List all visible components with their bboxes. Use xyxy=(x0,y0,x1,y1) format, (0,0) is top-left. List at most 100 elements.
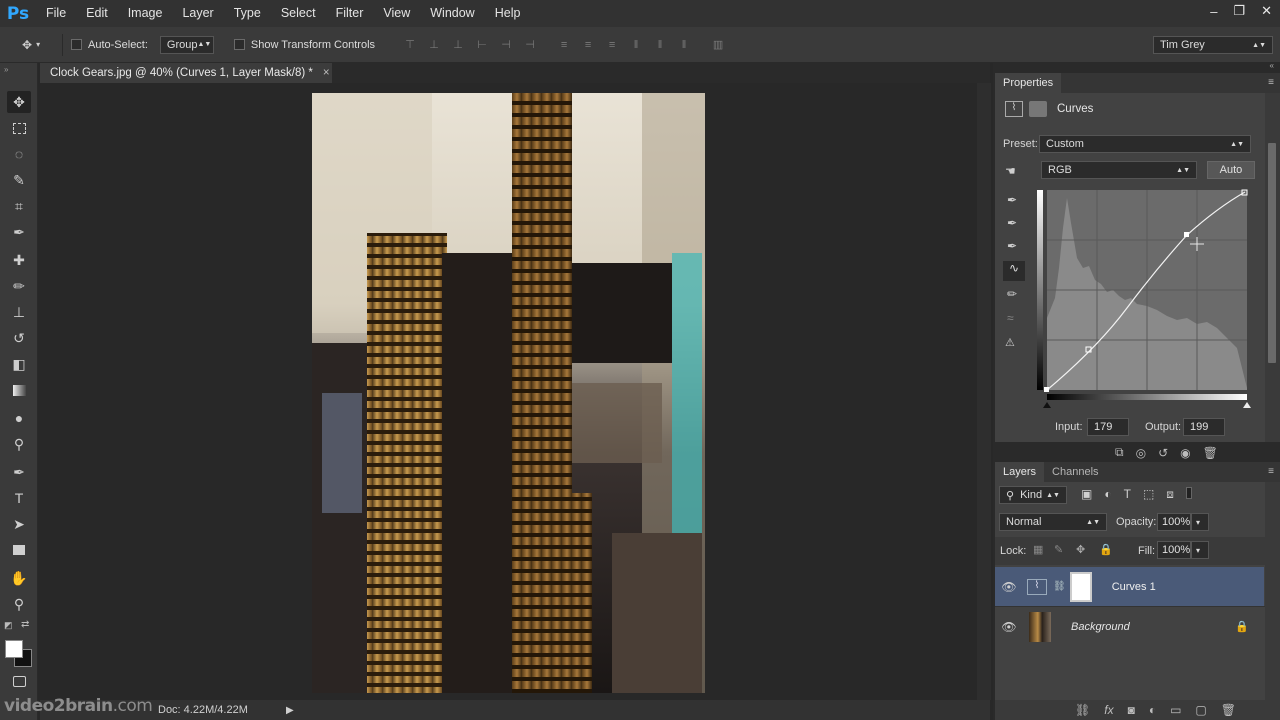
curve-points-tool-icon[interactable]: ∿ xyxy=(1003,261,1025,281)
background-thumbnail[interactable] xyxy=(1029,611,1051,642)
lock-image-icon[interactable]: ✎ xyxy=(1054,543,1063,556)
menu-help[interactable]: Help xyxy=(485,0,531,27)
workspace-dropdown[interactable]: Tim Grey ▲▼ xyxy=(1153,36,1273,54)
align-bottom-icon[interactable]: ⊥ xyxy=(451,38,465,52)
menu-layer[interactable]: Layer xyxy=(172,0,223,27)
show-transform-checkbox-box[interactable] xyxy=(233,39,245,50)
black-slider-handle[interactable] xyxy=(1043,402,1051,408)
black-point-eyedropper-icon[interactable]: ✒ xyxy=(1007,193,1017,207)
reset-icon[interactable]: ↺ xyxy=(1158,446,1168,460)
dodge-tool-icon[interactable]: ⚲ xyxy=(7,433,31,455)
distribute-vcenter-icon[interactable]: ≡ xyxy=(581,38,595,52)
output-field[interactable]: 199 xyxy=(1183,418,1225,436)
smooth-curve-icon[interactable]: ≈ xyxy=(1007,311,1014,325)
brush-tool-icon[interactable]: ✏ xyxy=(7,275,31,297)
visibility-eye-icon[interactable]: 👁 xyxy=(995,620,1023,634)
fill-field[interactable]: 100% xyxy=(1157,541,1191,559)
menu-image[interactable]: Image xyxy=(118,0,173,27)
pencil-draw-icon[interactable]: ✏ xyxy=(1007,287,1017,301)
lock-position-icon[interactable]: ✥ xyxy=(1076,543,1085,556)
align-hcenter-icon[interactable]: ⊣ xyxy=(499,38,513,52)
align-vcenter-icon[interactable]: ⊥ xyxy=(427,38,441,52)
eraser-tool-icon[interactable]: ◧ xyxy=(7,353,31,375)
distribute-right-icon[interactable]: ‖ xyxy=(677,38,691,52)
preset-dropdown[interactable]: Custom ▲▼ xyxy=(1039,135,1251,153)
auto-select-target-dropdown[interactable]: Group ▲▼ xyxy=(159,35,214,54)
close-button[interactable]: ✕ xyxy=(1261,3,1272,19)
move-tool-preset-icon[interactable]: ✥ ▾ xyxy=(22,38,54,52)
menu-type[interactable]: Type xyxy=(224,0,271,27)
default-colors-icon[interactable]: ◩ xyxy=(4,620,13,631)
new-group-icon[interactable]: ▭ xyxy=(1170,703,1181,717)
filter-adjustment-icon[interactable]: ◐ xyxy=(1104,487,1111,502)
lock-all-icon[interactable]: 🔒 xyxy=(1099,543,1113,556)
distribute-left-icon[interactable]: ‖ xyxy=(629,38,643,52)
layer-name[interactable]: Curves 1 xyxy=(1112,581,1156,593)
clone-stamp-tool-icon[interactable]: ⊥ xyxy=(7,301,31,323)
delete-icon[interactable]: 🗑 xyxy=(1203,446,1218,460)
hand-tool-icon[interactable]: ✋ xyxy=(7,567,31,589)
opacity-slider-button[interactable]: ▾ xyxy=(1191,513,1209,531)
filter-pixel-icon[interactable]: ▣ xyxy=(1081,487,1092,502)
collapse-icon[interactable]: » xyxy=(4,65,8,74)
properties-scrollbar[interactable] xyxy=(1265,93,1280,442)
layer-name[interactable]: Background xyxy=(1071,621,1130,633)
visibility-icon[interactable]: ◉ xyxy=(1180,446,1190,460)
healing-brush-tool-icon[interactable]: ✚ xyxy=(7,249,31,271)
document-image[interactable] xyxy=(312,93,705,693)
delete-layer-icon[interactable]: 🗑 xyxy=(1221,703,1236,717)
show-transform-checkbox[interactable]: Show Transform Controls xyxy=(233,39,375,51)
filter-toggle-icon[interactable] xyxy=(1185,487,1192,499)
gray-point-eyedropper-icon[interactable]: ✒ xyxy=(1007,216,1017,230)
menu-edit[interactable]: Edit xyxy=(76,0,118,27)
path-selection-tool-icon[interactable]: ➤ xyxy=(7,513,31,535)
properties-scroll-thumb[interactable] xyxy=(1268,143,1276,363)
tab-layers[interactable]: Layers xyxy=(995,462,1045,482)
filter-type-icon[interactable]: T xyxy=(1124,487,1131,502)
distribute-hcenter-icon[interactable]: ‖ xyxy=(653,38,667,52)
move-tool-icon[interactable]: ✥ xyxy=(7,91,31,113)
status-menu-arrow-icon[interactable]: ▶ xyxy=(286,705,294,716)
crop-tool-icon[interactable]: ⌗ xyxy=(7,195,31,217)
tab-channels[interactable]: Channels xyxy=(1044,462,1106,482)
foreground-color-swatch[interactable] xyxy=(5,640,23,658)
filter-shape-icon[interactable]: ⬚ xyxy=(1143,487,1154,502)
swap-colors-icon[interactable]: ⇄ xyxy=(21,619,29,630)
menu-filter[interactable]: Filter xyxy=(326,0,374,27)
quick-selection-tool-icon[interactable]: ✎ xyxy=(7,169,31,191)
document-tab[interactable]: Clock Gears.jpg @ 40% (Curves 1, Layer M… xyxy=(40,63,332,83)
rectangle-tool-icon[interactable] xyxy=(7,539,31,561)
distribute-top-icon[interactable]: ≡ xyxy=(557,38,571,52)
blur-tool-icon[interactable]: ● xyxy=(7,407,31,429)
pen-tool-icon[interactable]: ✒ xyxy=(7,461,31,483)
restore-button[interactable]: ❐ xyxy=(1233,3,1245,19)
menu-window[interactable]: Window xyxy=(420,0,484,27)
quick-mask-icon[interactable] xyxy=(7,670,31,692)
layers-scrollbar[interactable] xyxy=(1265,482,1280,720)
link-chain-icon[interactable]: ⛓ xyxy=(1053,581,1066,592)
new-layer-icon[interactable]: ▢ xyxy=(1195,703,1206,717)
minimize-button[interactable]: – xyxy=(1210,4,1217,19)
add-mask-icon[interactable]: ◙ xyxy=(1128,703,1135,717)
type-tool-icon[interactable]: T xyxy=(7,487,31,509)
view-previous-icon[interactable]: ◎ xyxy=(1136,446,1146,460)
curves-graph[interactable] xyxy=(1037,188,1255,413)
visibility-eye-icon[interactable]: 👁 xyxy=(995,580,1023,594)
auto-align-icon[interactable]: ▥ xyxy=(711,38,725,52)
lock-transparent-icon[interactable]: ▦ xyxy=(1033,543,1043,556)
clipping-warning-icon[interactable]: ⚠ xyxy=(1005,336,1015,349)
white-point-eyedropper-icon[interactable]: ✒ xyxy=(1007,239,1017,253)
marquee-tool-icon[interactable] xyxy=(7,117,31,139)
layers-panel-menu-icon[interactable]: ≡ xyxy=(1268,466,1274,477)
auto-select-checkbox-box[interactable] xyxy=(71,39,82,50)
link-layers-icon[interactable]: ⛓ xyxy=(1075,703,1090,717)
filter-smart-object-icon[interactable]: ⧈ xyxy=(1166,487,1174,502)
layer-filter-dropdown[interactable]: ⚲ Kind ▲▼ xyxy=(999,486,1067,504)
menu-view[interactable]: View xyxy=(373,0,420,27)
panel-menu-icon[interactable]: ≡ xyxy=(1268,77,1274,88)
fill-slider-button[interactable]: ▾ xyxy=(1191,541,1209,559)
layer-row-background[interactable]: 👁 Background 🔒 xyxy=(995,607,1265,646)
align-right-icon[interactable]: ⊣ xyxy=(523,38,537,52)
channel-dropdown[interactable]: RGB ▲▼ xyxy=(1041,161,1197,179)
clip-to-layer-icon[interactable]: ⧉ xyxy=(1115,445,1124,460)
